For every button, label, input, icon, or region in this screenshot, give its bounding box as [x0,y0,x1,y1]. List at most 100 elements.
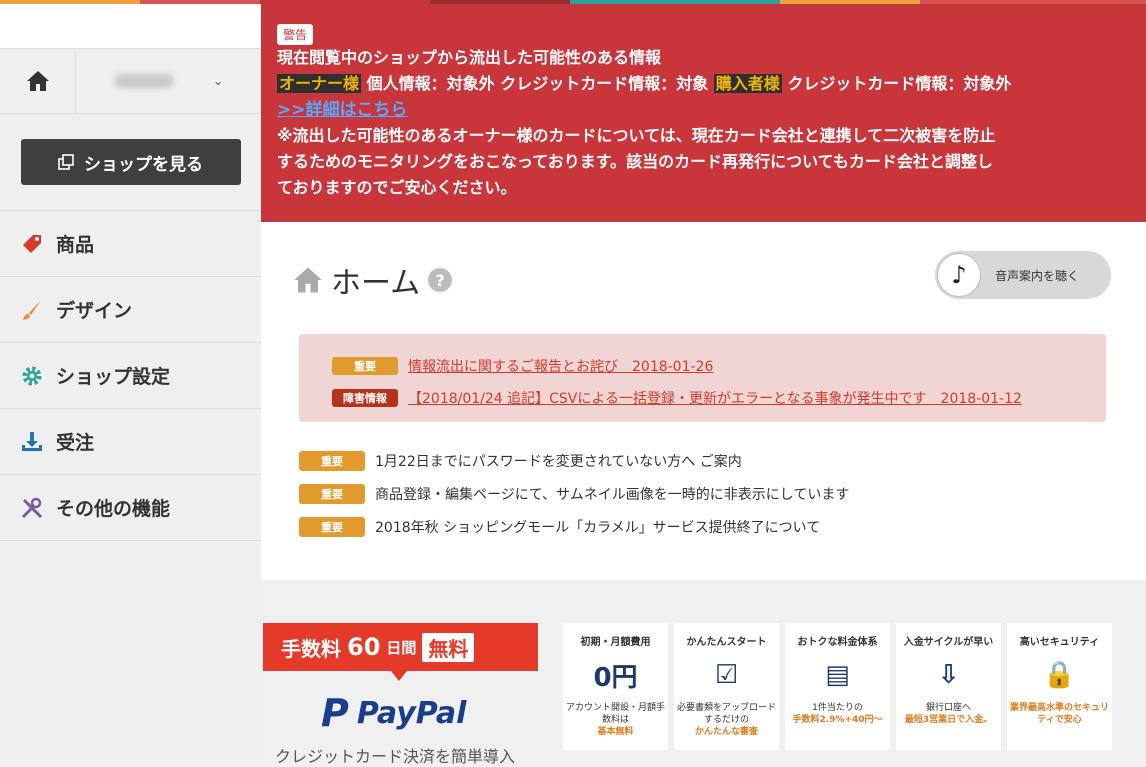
feature-emph: 基本無料 [597,727,634,737]
shop-selector[interactable]: ⌄ [76,49,261,113]
buyer-label: 購入者様 [713,74,782,93]
paypal-logo: P PayPal [321,691,538,735]
sidebar-top-spacer [0,4,261,48]
shop-button-wrap: ショップを見る [0,114,261,211]
list-item: 障害情報 【2018/01/24 追記】CSVによる一括登録・更新がエラーとなる… [332,382,1106,414]
fee-days-unit: 日間 [386,638,417,657]
feature-desc-text: 1件当たりの [812,703,863,713]
feature-emph: 業界最高水準のセキュリティで安心 [1009,703,1109,725]
brush-icon [20,298,44,322]
feature-desc-text: 銀行口座へ [925,703,971,713]
help-icon[interactable]: ? [428,268,453,292]
feature-title: かんたんスタート [686,637,767,648]
home-icon [294,267,322,293]
notice-text[interactable]: 2018年秋 ショッピングモール「カラメル」サービス提供終了について [375,517,820,537]
main-content: ホーム ? ♪ 音声案内を聴く 重要 情報流出に関するご報告とお詫び 2018-… [261,222,1146,580]
banner-notch [391,671,407,681]
list-item[interactable]: 重要 1月22日までにパスワードを変更されていない方へ ご案内 [299,444,849,477]
feature-emph: 最短3営業日で入金。 [904,715,993,725]
tools-icon [20,496,44,520]
notice-link[interactable]: 【2018/01/24 追記】CSVによる一括登録・更新がエラーとなる事象が発生… [408,388,1022,408]
download-icon [20,430,44,454]
warning-note-line: ※流出した可能性のあるオーナー様のカードについては、現在カード会社と連携して二次… [277,126,996,145]
feature-title: 入金サイクルが早い [903,637,994,648]
feature-card: 入金サイクルが早い ⇩ 銀行口座へ最短3営業日で入金。 [896,623,1001,750]
sidebar-item-label: 商品 [56,234,95,256]
external-window-icon [58,154,74,170]
feature-title: おトクな料金体系 [797,637,878,648]
owner-card-info: クレジットカード情報：対象 [500,74,709,93]
feature-card: かんたんスタート ☑ 必要書類をアップロードするだけの かんたんな審査 [674,623,779,750]
music-note-icon: ♪ [937,253,981,297]
details-link[interactable]: >>詳細はこちら [277,100,408,120]
feature-desc: 銀行口座へ最短3営業日で入金。 [896,702,1001,726]
feature-desc: 必要書類をアップロードするだけのかんたんな審査 [674,702,779,738]
important-tag: 重要 [299,450,365,471]
feature-card: おトクな料金体系 ▤ 1件当たりの手数料2.9%+40円〜 [785,623,890,750]
feature-title: 高いセキュリティ [1019,637,1100,648]
notice-text[interactable]: 1月22日までにパスワードを変更されていない方へ ご案内 [375,451,742,471]
owner-label: オーナー様 [277,74,362,93]
pinned-notices: 重要 情報流出に関するご報告とお詫び 2018-01-26 障害情報 【2018… [299,334,1106,422]
fault-tag: 障害情報 [332,389,398,407]
feature-desc: 業界最高水準のセキュリティで安心 [1007,702,1112,726]
view-shop-button[interactable]: ショップを見る [20,139,241,185]
sidebar-item-label: 受注 [56,432,95,454]
paypal-wordmark: PayPal [356,695,467,731]
sidebar-item-label: ショップ設定 [56,366,171,388]
list-item: 重要 情報流出に関するご報告とお詫び 2018-01-26 [332,350,1106,382]
buyer-card-info: クレジットカード情報：対象外 [787,74,1012,93]
sidebar: ⌄ ショップを見る 商品 デザイン ショップ設定 受注 その他の機能 [0,4,261,759]
sidebar-item-design[interactable]: デザイン [0,277,261,343]
paypal-p-icon: P [321,691,349,735]
shop-name-redacted [114,74,174,88]
feature-desc-text: 必要書類をアップロードするだけの [676,703,776,725]
warning-note-line: ておりますのでご安心ください。 [277,178,517,197]
paypal-promo[interactable]: 手数料 60 日間 無料 P PayPal クレジットカード決済を簡単導入 初期… [261,580,1146,766]
deposit-tray-icon: ⇩ [937,660,960,690]
warning-scope-line: オーナー様 個人情報：対象外 クレジットカード情報：対象 購入者様 クレジットカ… [277,71,1130,97]
important-tag: 重要 [332,357,398,375]
feature-cards: 初期・月額費用 0円 アカウント開設・月額手数料は 基本無料 かんたんスタート ☑… [563,623,1112,750]
warning-headline: 現在閲覧中のショップから流出した可能性のある情報 [277,48,662,67]
fee-days: 60 [347,633,381,661]
list-item[interactable]: 重要 2018年秋 ショッピングモール「カラメル」サービス提供終了について [299,510,849,543]
owner-personal-info: 個人情報：対象外 [366,74,495,93]
fee-label: 手数料 [281,636,341,661]
list-item[interactable]: 重要 商品登録・編集ページにて、サムネイル画像を一時的に非表示にしています [299,477,849,510]
sidebar-item-products[interactable]: 商品 [0,211,261,277]
feature-title: 初期・月額費用 [580,637,651,648]
zero-yen-icon: 0円 [593,662,638,693]
important-tag: 重要 [299,516,365,537]
warning-badge: 警告 [277,24,314,45]
paypal-card[interactable]: 手数料 60 日間 無料 P PayPal クレジットカード決済を簡単導入 [263,623,538,766]
voice-guide-label: 音声案内を聴く [995,268,1080,283]
free-label: 無料 [422,632,475,662]
important-tag: 重要 [299,483,365,504]
sidebar-item-orders[interactable]: 受注 [0,409,261,475]
feature-card: 初期・月額費用 0円 アカウント開設・月額手数料は基本無料 [563,623,668,750]
home-button[interactable] [0,49,76,113]
sidebar-header: ⌄ [0,48,261,114]
feature-desc-text: アカウント開設・月額手数料は [565,703,665,725]
sidebar-item-label: その他の機能 [56,498,171,520]
top-color-strip [0,0,1146,4]
sidebar-item-shop-settings[interactable]: ショップ設定 [0,343,261,409]
view-shop-label: ショップを見る [84,154,203,175]
lock-icon: 🔒 [1043,660,1076,690]
warning-note-line: するためのモニタリングをおこなっております。該当のカード再発行についてもカード会… [277,152,993,171]
feature-desc: 1件当たりの手数料2.9%+40円〜 [785,702,890,726]
feature-card: 高いセキュリティ 🔒 業界最高水準のセキュリティで安心 [1007,623,1112,750]
sidebar-item-other-features[interactable]: その他の機能 [0,475,261,541]
price-table-icon: ▤ [825,660,850,690]
feature-emph: 手数料2.9%+40円〜 [792,715,883,725]
page-title-row: ホーム ? [293,258,453,302]
security-warning-banner: 警告 現在閲覧中のショップから流出した可能性のある情報 オーナー様 個人情報：対… [261,4,1146,222]
feature-emph: かんたんな審査 [694,727,758,737]
notice-link[interactable]: 情報流出に関するご報告とお詫び 2018-01-26 [408,356,713,376]
fee-free-banner: 手数料 60 日間 無料 [263,623,538,681]
notice-text[interactable]: 商品登録・編集ページにて、サムネイル画像を一時的に非表示にしています [375,484,849,504]
chevron-down-icon: ⌄ [212,74,223,88]
page-title: ホーム [331,266,421,301]
voice-guide-button[interactable]: ♪ 音声案内を聴く [935,251,1111,299]
